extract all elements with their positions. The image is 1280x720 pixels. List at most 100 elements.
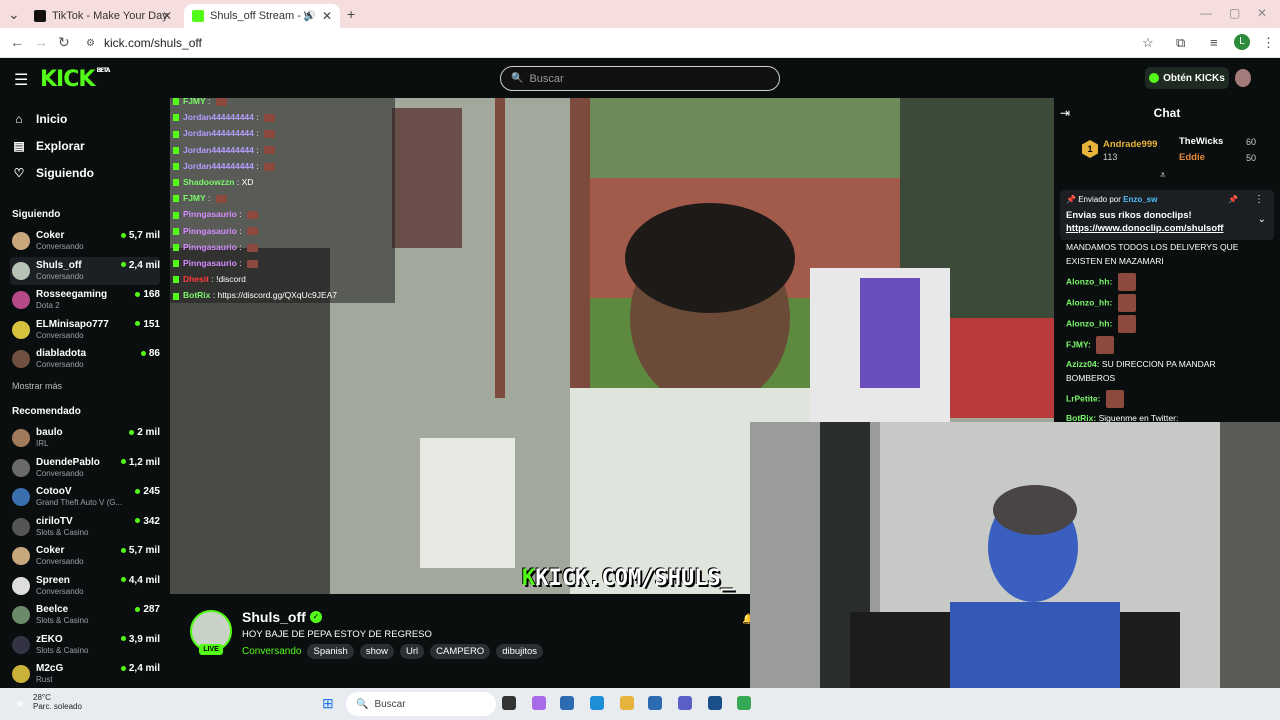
leader-name: TheWicks [1179,136,1224,147]
emote-icon [246,227,258,236]
get-kicks-button[interactable]: Obtén KICKs [1145,67,1229,89]
kick-logo[interactable]: KICK BETA [40,67,110,92]
nav-siguiendo[interactable]: ♡ Siguiendo [12,166,94,180]
weather-widget[interactable]: 28°C Parc. soleado [33,693,82,711]
channel-name: diabladota [36,348,87,359]
tag[interactable]: dibujitos [496,644,544,659]
task-view-icon[interactable] [502,696,516,710]
windows-start-icon[interactable]: ⊞ [322,695,334,712]
chevron-down-icon[interactable]: ⌄ [1258,214,1266,225]
channel-item[interactable]: CotooV Grand Theft Auto V (G... 245 [10,483,160,511]
overlay-chat-user: Jordan444444444 [183,128,254,139]
emote-icon [1117,294,1136,312]
forward-icon[interactable]: → [34,34,48,50]
teams-icon[interactable] [678,696,692,710]
extensions-icon[interactable]: ⧉ [1176,35,1185,51]
tag[interactable]: show [359,644,395,659]
pinned-menu-icon[interactable]: ⋮ [1254,194,1264,205]
leaderboard-toggle-icon[interactable]: ⩡ [1160,170,1166,181]
chat-username[interactable]: Alonzo_hh: [1066,276,1112,286]
tag[interactable]: Url [400,644,425,659]
user-avatar[interactable] [1235,69,1251,87]
streamer-name[interactable]: Shuls_off [242,609,306,625]
viewer-count: 151 [135,319,160,330]
channel-item[interactable]: Coker Conversando 5,7 mil [10,227,160,255]
channel-category: Conversando [36,330,84,340]
channel-item[interactable]: Beelce Slots & Casino 287 [10,601,160,629]
nav-inicio[interactable]: ⌂ Inicio [12,112,67,126]
copilot-icon[interactable] [532,696,546,710]
maximize-icon[interactable]: ▢ [1229,6,1240,20]
stream-category[interactable]: Conversando [242,646,301,657]
pinned-text: Envias sus rikos donoclips! [1066,210,1192,221]
chat-leaderboard: 1 Andrade999 113 TheWicks 60 Eddie 50 [1076,136,1266,172]
back-icon[interactable]: ← [10,34,24,50]
tab-kick[interactable]: Shuls_off Stream - Watch Li 🔊 ✕ [184,4,340,28]
search-input[interactable]: 🔍 Buscar [500,66,780,91]
chat-message: Alonzo_hh: [1066,273,1266,291]
emote-icon [1105,390,1124,408]
channel-category: Slots & Casino [36,645,89,655]
audio-icon[interactable]: 🔊 [304,11,316,22]
channel-item[interactable]: Shuls_off Conversando 2,4 mil [10,256,160,285]
pinned-user[interactable]: Enzo_sw [1123,195,1157,204]
outlook-icon[interactable] [648,696,662,710]
chat-message: Alonzo_hh: [1066,315,1266,333]
overlay-chat-user: FJMY [183,193,206,204]
tab-list-icon[interactable]: ⌄ [8,6,20,23]
tab-title: Shuls_off Stream - Watch Li [210,10,310,22]
channel-avatar [12,488,30,506]
pin-icon[interactable]: 📌 [1228,195,1238,204]
bookmark-star-icon[interactable]: ☆ [1142,35,1154,51]
close-tab-icon[interactable]: ✕ [162,9,172,23]
close-tab-icon[interactable]: ✕ [322,9,332,23]
url-field[interactable]: ⚙ kick.com/shuls_off [80,31,1160,55]
viewer-count: 3,9 mil [121,634,160,645]
tag[interactable]: CAMPERO [430,644,491,659]
channel-item[interactable]: DuendePablo Conversando 1,2 mil [10,454,160,482]
separator: : [236,241,244,252]
new-tab-button[interactable]: + [347,6,355,22]
kick-k-logo: K [522,566,536,591]
tab-tiktok[interactable]: TikTok - Make Your Day ✕ [26,4,180,28]
store-icon[interactable] [560,696,574,710]
channel-avatar [12,429,30,447]
chat-message: MANDAMOS TODOS LOS DELIVERYS QUE EXISTEN… [1066,240,1266,268]
channel-item[interactable]: diabladota Conversando 86 [10,345,160,373]
tag[interactable]: Spanish [307,644,354,659]
profile-avatar[interactable]: L [1234,34,1250,50]
channel-item[interactable]: zEKO Slots & Casino 3,9 mil [10,631,160,659]
chat-username[interactable]: Azizz04: [1066,359,1100,369]
chrome-icon[interactable] [737,696,751,710]
hamburger-menu-icon[interactable]: ☰ [14,70,28,90]
channel-item[interactable]: Rosseegaming Dota 2 168 [10,286,160,314]
picture-in-picture-video[interactable] [750,422,1280,720]
nav-explorar[interactable]: ▤ Explorar [12,139,84,153]
channel-category: Conversando [36,557,84,566]
channel-item[interactable]: ciriloTV Slots & Casino 342 [10,513,160,541]
chat-username[interactable]: Alonzo_hh: [1066,297,1112,307]
site-info-icon[interactable]: ⚙ [86,38,95,49]
show-more-link[interactable]: Mostrar más [12,381,62,391]
channel-item[interactable]: Coker Conversando 5,7 mil [10,542,160,570]
chat-username[interactable]: LrPetite: [1066,393,1100,403]
chat-username[interactable]: FJMY: [1066,339,1091,349]
edge-icon[interactable] [590,696,604,710]
minimize-icon[interactable]: — [1200,6,1212,20]
taskbar-search[interactable]: 🔍 Buscar [346,692,496,716]
channel-item[interactable]: M2cG Rust 2,4 mil [10,660,160,688]
taskbar-search-label: Buscar [374,698,406,710]
channel-name: CotooV [36,486,72,497]
reading-list-icon[interactable]: ≡ [1210,35,1218,50]
reload-icon[interactable]: ↻ [58,34,70,51]
file-explorer-icon[interactable] [620,696,634,710]
overlay-chat-user: Pinngasaurio [183,225,237,236]
pinned-link[interactable]: https://www.donoclip.com/shulsoff [1066,223,1223,234]
channel-item[interactable]: ELMinisapo777 Conversando 151 [10,316,160,344]
close-window-icon[interactable]: ✕ [1257,6,1267,20]
menu-kebab-icon[interactable]: ⋮ [1262,35,1275,51]
channel-item[interactable]: baulo IRL 2 mil [10,424,160,452]
chat-username[interactable]: Alonzo_hh: [1066,318,1112,328]
remote-desktop-icon[interactable] [708,696,722,710]
channel-item[interactable]: Spreen Conversando 4,4 mil [10,572,160,600]
